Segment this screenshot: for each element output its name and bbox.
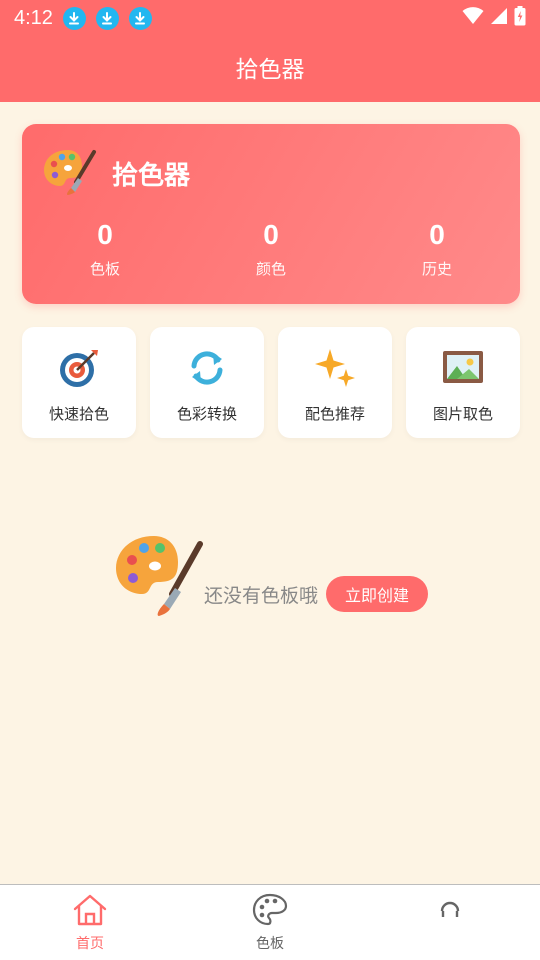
profile-icon [432, 893, 468, 931]
nav-home[interactable]: 首页 [30, 885, 150, 960]
stat-value: 0 [97, 219, 113, 250]
nav-label: 色板 [256, 936, 284, 952]
tile-label: 图片取色 [432, 405, 493, 423]
palette-icon [252, 893, 288, 931]
tile-label: 色彩转换 [176, 405, 237, 423]
tile-label: 配色推荐 [304, 405, 365, 423]
wifi-icon [462, 7, 484, 29]
sparkle-icon [314, 347, 356, 389]
feature-grid: 快速拾色 色彩转换 配色推荐 图片取色 [22, 327, 520, 438]
tile-color-convert[interactable]: 色彩转换 [150, 327, 264, 438]
status-time: 4:12 [14, 6, 53, 29]
palette-icon [114, 532, 204, 622]
picture-icon [442, 347, 484, 389]
nav-label: 首页 [76, 936, 104, 952]
stat-label: 色板 [89, 260, 120, 278]
stat-label: 颜色 [255, 260, 286, 278]
stat-colors[interactable]: 0 颜色 [211, 220, 331, 279]
download-icon [95, 6, 119, 30]
tile-label: 快速拾色 [48, 405, 109, 423]
summary-card: 拾色器 0 色板 0 颜色 0 历史 [22, 124, 520, 304]
stat-palettes[interactable]: 0 色板 [45, 220, 165, 279]
stat-value: 0 [429, 219, 445, 250]
nav-profile[interactable] [390, 885, 510, 960]
summary-title: 拾色器 [112, 160, 191, 191]
download-icon [128, 6, 152, 30]
summary-header: 拾色器 [42, 146, 190, 200]
top-bar: 4:12 拾色器 [0, 0, 540, 102]
download-icon [62, 6, 86, 30]
tile-quick-pick[interactable]: 快速拾色 [22, 327, 136, 438]
empty-state: 还没有色板哦 立即创建 [114, 532, 444, 622]
empty-message: 还没有色板哦 [204, 585, 319, 607]
stat-value: 0 [263, 219, 279, 250]
status-bar: 4:12 [0, 0, 540, 36]
target-icon [58, 347, 100, 389]
nav-palettes[interactable]: 色板 [210, 885, 330, 960]
signal-icon [490, 7, 508, 29]
tile-image-pick[interactable]: 图片取色 [406, 327, 520, 438]
create-palette-button[interactable]: 立即创建 [326, 576, 428, 612]
tile-color-scheme[interactable]: 配色推荐 [278, 327, 392, 438]
bottom-nav: 首页 色板 [0, 884, 540, 960]
stat-label: 历史 [421, 260, 452, 278]
stats-row: 0 色板 0 颜色 0 历史 [22, 220, 520, 279]
home-icon [72, 893, 108, 931]
battery-icon [514, 6, 526, 30]
palette-icon [42, 146, 98, 200]
refresh-icon [186, 347, 228, 389]
stat-history[interactable]: 0 历史 [377, 220, 497, 279]
page-title: 拾色器 [235, 57, 305, 83]
